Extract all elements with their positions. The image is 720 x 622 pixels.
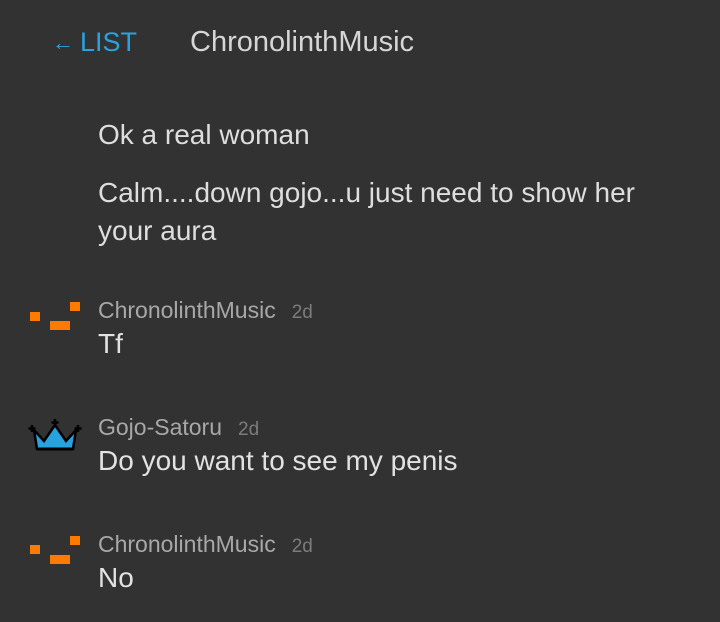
back-link-label: LIST xyxy=(80,27,138,57)
message-text: No xyxy=(98,562,134,593)
message-text: Tf xyxy=(98,328,123,359)
author-name[interactable]: Gojo-Satoru xyxy=(98,414,222,440)
crown-icon[interactable] xyxy=(28,414,84,458)
author-name[interactable]: ChronolinthMusic xyxy=(98,531,276,557)
timestamp: 2d xyxy=(291,302,313,323)
page-title: ChronolinthMusic xyxy=(190,26,415,58)
author-name[interactable]: ChronolinthMusic xyxy=(98,297,276,323)
message-text: Do you want to see my penis xyxy=(98,445,458,476)
message-continuation: Calm....down gojo...u just need to show … xyxy=(98,177,635,246)
message-meta: ChronolinthMusic 2d xyxy=(98,529,313,563)
message-continuation: Ok a real woman xyxy=(98,119,310,150)
pixel-blocks-icon[interactable] xyxy=(28,299,84,343)
timestamp: 2d xyxy=(291,536,313,557)
message-meta: ChronolinthMusic 2d xyxy=(98,295,313,329)
back-arrow-icon: ← xyxy=(52,30,74,55)
pixel-blocks-icon[interactable] xyxy=(28,533,84,577)
message-meta: Gojo-Satoru 2d xyxy=(98,412,259,446)
header: ← LIST ChronolinthMusic xyxy=(0,0,720,84)
timestamp: 2d xyxy=(238,419,260,440)
back-to-list-link[interactable]: ← LIST xyxy=(52,26,137,60)
